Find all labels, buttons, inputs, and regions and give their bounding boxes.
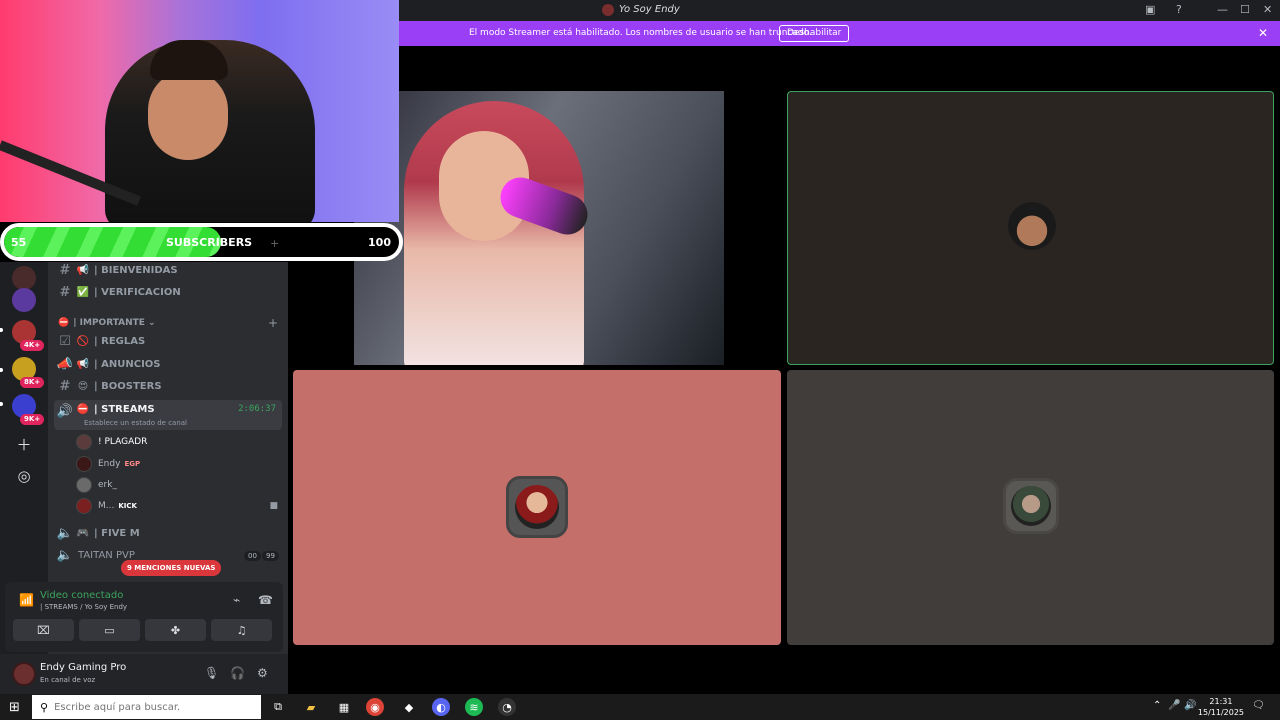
subscriber-goal-bar: 55 SUBSCRIBERS + 100 bbox=[0, 223, 403, 261]
headphones-icon[interactable]: 🎧 bbox=[230, 666, 245, 680]
voice-status: Video conectado bbox=[40, 590, 124, 601]
system-clock[interactable]: 21:31 15/11/2025 bbox=[1198, 696, 1244, 718]
windows-taskbar: ⊞ ⚲ ⧉ ▰ ▦ ◉ ◆ ◐ ≋ ◔ ⌃ 🎤 🔊 21:31 15/11/20… bbox=[0, 694, 1280, 720]
discord-icon[interactable]: ◐ bbox=[432, 698, 450, 716]
activities-button[interactable]: ✤ bbox=[145, 619, 206, 641]
spotify-icon[interactable]: ≋ bbox=[465, 698, 483, 716]
taskbar-search[interactable]: ⚲ bbox=[32, 695, 261, 719]
activities-icon: ✤ bbox=[170, 623, 181, 637]
user-name[interactable]: Endy Gaming Pro bbox=[40, 662, 126, 673]
voice-location[interactable]: | STREAMS / Yo Soy Endy bbox=[40, 603, 127, 611]
microphone-icon[interactable]: 🎙 bbox=[204, 666, 219, 680]
user-avatar[interactable] bbox=[12, 662, 36, 686]
search-icon: ⚲ bbox=[40, 700, 49, 714]
close-window-icon[interactable]: ✕ bbox=[1263, 3, 1272, 16]
server-logo-icon bbox=[602, 4, 614, 16]
noise-suppression-icon[interactable]: ⌁ bbox=[233, 593, 240, 607]
streamer-face bbox=[148, 70, 228, 160]
title-bar: Yo Soy Endy ▣ ? — ☐ ✕ bbox=[399, 0, 1280, 21]
tray-mic-icon[interactable]: 🎤 bbox=[1168, 700, 1180, 711]
signal-icon[interactable]: 📶 bbox=[19, 593, 34, 607]
goal-label: SUBSCRIBERS bbox=[166, 236, 253, 249]
goal-target: 100 bbox=[368, 236, 391, 249]
help-icon[interactable]: ? bbox=[1176, 3, 1182, 16]
gear-icon[interactable]: ⚙ bbox=[257, 666, 268, 680]
user-status: En canal de voz bbox=[40, 676, 96, 684]
clock-time: 21:31 bbox=[1209, 697, 1233, 706]
soundboard-button[interactable]: ♫ bbox=[211, 619, 272, 641]
close-banner-icon[interactable]: ✕ bbox=[1258, 26, 1268, 40]
goal-track: 55 SUBSCRIBERS + 100 bbox=[4, 227, 399, 257]
participant-avatar bbox=[506, 476, 568, 538]
streamer-mode-banner: El modo Streamer está habilitado. Los no… bbox=[399, 21, 1280, 46]
participant-avatar bbox=[1003, 478, 1059, 534]
voice-connection-panel: 📶 Video conectado | STREAMS / Yo Soy End… bbox=[5, 582, 283, 652]
maximize-icon[interactable]: ☐ bbox=[1240, 3, 1250, 16]
store-icon[interactable]: ▦ bbox=[334, 697, 354, 717]
goal-current: 55 bbox=[11, 236, 27, 249]
notifications-icon[interactable]: 🗨 bbox=[1252, 700, 1265, 711]
screen-share-button[interactable]: ▭ bbox=[79, 619, 140, 641]
clock-date: 15/11/2025 bbox=[1197, 708, 1244, 717]
discord-app: Yo Soy Endy ▣ ? — ☐ ✕ El modo Streamer e… bbox=[0, 0, 1280, 720]
tray-overflow-icon[interactable]: ⌃ bbox=[1153, 700, 1161, 711]
video-tile-avatar[interactable] bbox=[787, 370, 1274, 645]
camera-off-icon: ⌧ bbox=[37, 623, 50, 637]
disable-streamer-button[interactable]: Deshabilitar bbox=[779, 25, 850, 42]
video-tile-avatar[interactable] bbox=[293, 370, 781, 645]
soundboard-icon: ♫ bbox=[236, 623, 247, 637]
streamer-webcam bbox=[0, 0, 399, 222]
video-tile-camera[interactable] bbox=[354, 91, 724, 365]
file-explorer-icon[interactable]: ▰ bbox=[301, 697, 321, 717]
disconnect-icon[interactable]: ☎ bbox=[258, 593, 273, 607]
banner-text: El modo Streamer está habilitado. Los no… bbox=[469, 28, 812, 38]
roblox-icon[interactable]: ◆ bbox=[399, 697, 419, 717]
screen-share-icon: ▭ bbox=[104, 623, 115, 637]
minimize-icon[interactable]: — bbox=[1217, 3, 1228, 16]
sidebar-footer: 📶 Video conectado | STREAMS / Yo Soy End… bbox=[0, 262, 288, 694]
windows-start-icon[interactable]: ⊞ bbox=[9, 700, 20, 715]
task-view-icon[interactable]: ⧉ bbox=[268, 697, 288, 717]
search-input[interactable] bbox=[54, 701, 245, 713]
user-panel: Endy Gaming Pro En canal de voz 🎙 🎧 ⚙ bbox=[0, 654, 288, 694]
volume-icon[interactable]: 🔊 bbox=[1184, 700, 1196, 711]
inbox-icon[interactable]: ▣ bbox=[1145, 3, 1155, 16]
obs-icon[interactable]: ◔ bbox=[498, 698, 516, 716]
camera-toggle-button[interactable]: ⌧ bbox=[13, 619, 74, 641]
goal-plus: + bbox=[270, 237, 280, 250]
window-title: Yo Soy Endy bbox=[619, 4, 680, 15]
participant-avatar bbox=[1008, 202, 1056, 250]
chrome-icon[interactable]: ◉ bbox=[366, 698, 384, 716]
video-tile-speaking[interactable] bbox=[787, 91, 1274, 365]
